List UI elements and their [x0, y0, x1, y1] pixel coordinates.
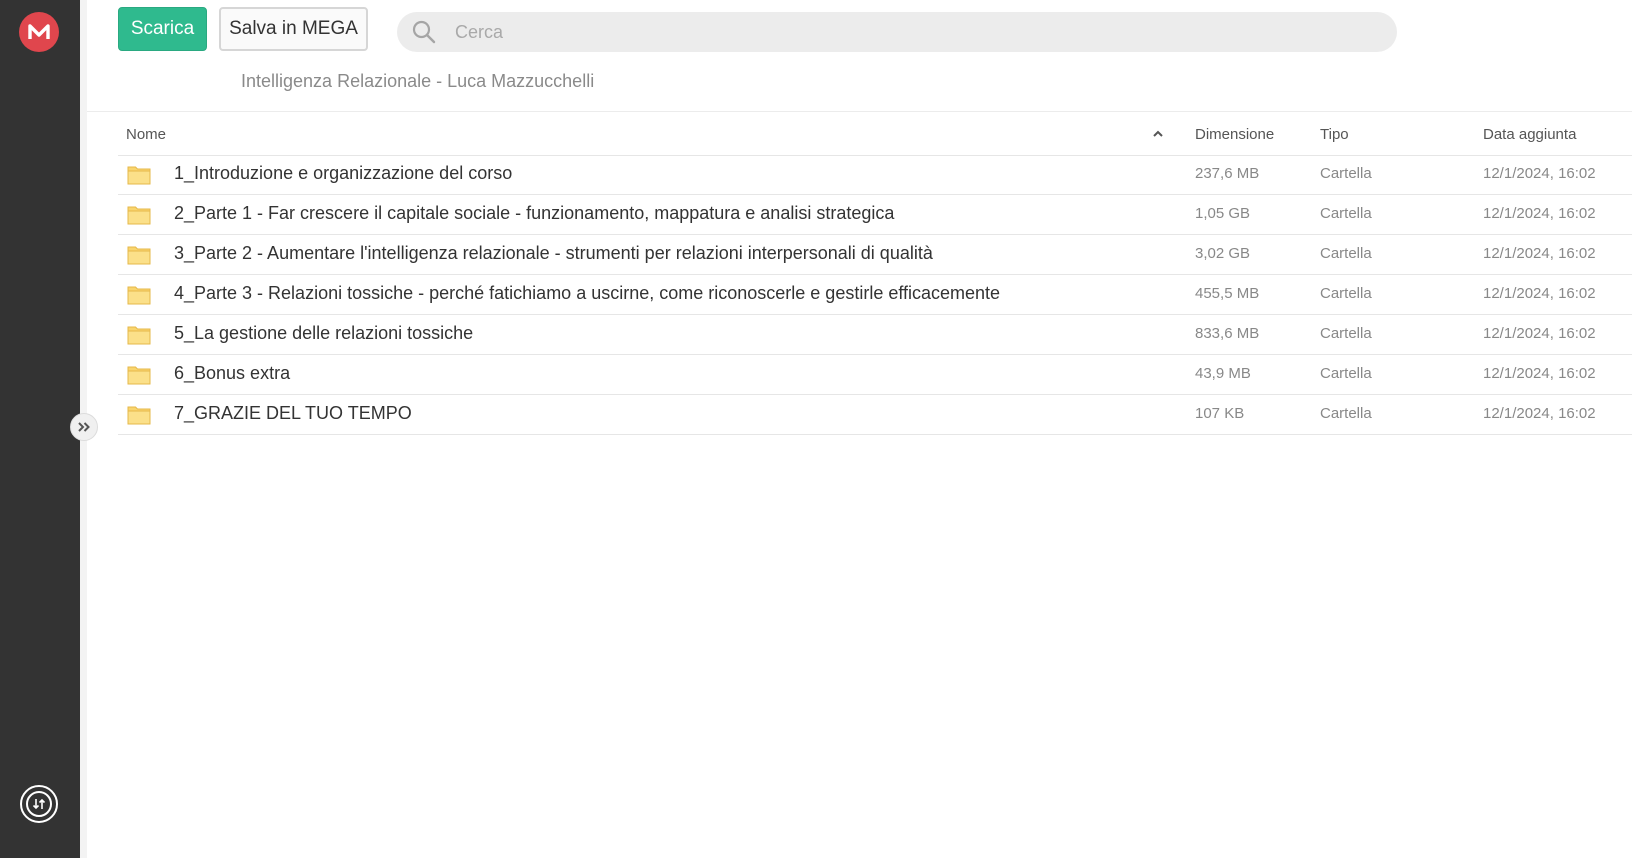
table-row[interactable]: 3_Parte 2 - Aumentare l'intelligenza rel…	[118, 235, 1632, 275]
folder-icon	[127, 244, 151, 270]
folder-icon	[127, 324, 151, 350]
folder-date: 12/1/2024, 16:02	[1483, 325, 1596, 342]
folder-name: 7_GRAZIE DEL TUO TEMPO	[174, 403, 412, 423]
table-header: Nome Dimensione Tipo Data aggiunta	[118, 114, 1632, 156]
folder-size: 1,05 GB	[1195, 205, 1251, 222]
folder-type: Cartella	[1320, 405, 1372, 422]
table-row[interactable]: 7_GRAZIE DEL TUO TEMPO 107 KB Cartella 1…	[118, 395, 1632, 435]
folder-size: 237,6 MB	[1195, 165, 1260, 182]
folder-icon	[127, 404, 151, 430]
table-row[interactable]: 4_Parte 3 - Relazioni tossiche - perché …	[118, 275, 1632, 315]
chevron-up-icon[interactable]	[1152, 126, 1164, 143]
folder-icon	[127, 164, 151, 190]
header-divider	[87, 111, 1632, 112]
folder-type: Cartella	[1320, 365, 1372, 382]
search-input[interactable]	[455, 12, 1355, 52]
folder-size: 43,9 MB	[1195, 365, 1251, 382]
folder-name: 5_La gestione delle relazioni tossiche	[174, 323, 474, 343]
column-header-type[interactable]: Tipo	[1320, 126, 1349, 143]
folder-size: 3,02 GB	[1195, 245, 1251, 262]
table-row[interactable]: 5_La gestione delle relazioni tossiche 8…	[118, 315, 1632, 355]
folder-type: Cartella	[1320, 165, 1372, 182]
folder-type: Cartella	[1320, 325, 1372, 342]
folder-type: Cartella	[1320, 245, 1372, 262]
folder-name: 1_Introduzione e organizzazione del cors…	[174, 163, 513, 183]
folder-date: 12/1/2024, 16:02	[1483, 165, 1596, 182]
folder-size: 455,5 MB	[1195, 285, 1260, 302]
folder-icon	[127, 364, 151, 390]
folder-date: 12/1/2024, 16:02	[1483, 245, 1596, 262]
save-to-mega-button[interactable]: Salva in MEGA	[219, 7, 368, 51]
folder-size: 107 KB	[1195, 405, 1245, 422]
folder-name: 2_Parte 1 - Far crescere il capitale soc…	[174, 203, 895, 223]
transfer-manager-icon[interactable]	[20, 785, 58, 823]
column-header-date[interactable]: Data aggiunta	[1483, 126, 1576, 143]
double-chevron-right-icon[interactable]	[70, 413, 98, 441]
folder-size: 833,6 MB	[1195, 325, 1260, 342]
search-bar[interactable]	[397, 12, 1397, 52]
folder-date: 12/1/2024, 16:02	[1483, 405, 1596, 422]
folder-icon	[127, 204, 151, 230]
table-row[interactable]: 1_Introduzione e organizzazione del cors…	[118, 155, 1632, 195]
file-list: 1_Introduzione e organizzazione del cors…	[118, 155, 1632, 435]
sidebar	[0, 0, 80, 858]
folder-icon	[127, 284, 151, 310]
folder-name: 4_Parte 3 - Relazioni tossiche - perché …	[174, 283, 1001, 303]
download-button[interactable]: Scarica	[118, 7, 207, 51]
breadcrumb[interactable]: Intelligenza Relazionale - Luca Mazzucch…	[241, 71, 594, 92]
folder-date: 12/1/2024, 16:02	[1483, 205, 1596, 222]
folder-type: Cartella	[1320, 285, 1372, 302]
column-header-name[interactable]: Nome	[126, 126, 166, 143]
folder-type: Cartella	[1320, 205, 1372, 222]
folder-date: 12/1/2024, 16:02	[1483, 365, 1596, 382]
folder-name: 6_Bonus extra	[174, 363, 291, 383]
folder-name: 3_Parte 2 - Aumentare l'intelligenza rel…	[174, 243, 933, 263]
table-row[interactable]: 2_Parte 1 - Far crescere il capitale soc…	[118, 195, 1632, 235]
table-row[interactable]: 6_Bonus extra 43,9 MB Cartella 12/1/2024…	[118, 355, 1632, 395]
column-header-size[interactable]: Dimensione	[1195, 126, 1274, 143]
mega-logo-icon[interactable]	[19, 12, 59, 52]
search-icon	[411, 19, 437, 50]
folder-date: 12/1/2024, 16:02	[1483, 285, 1596, 302]
